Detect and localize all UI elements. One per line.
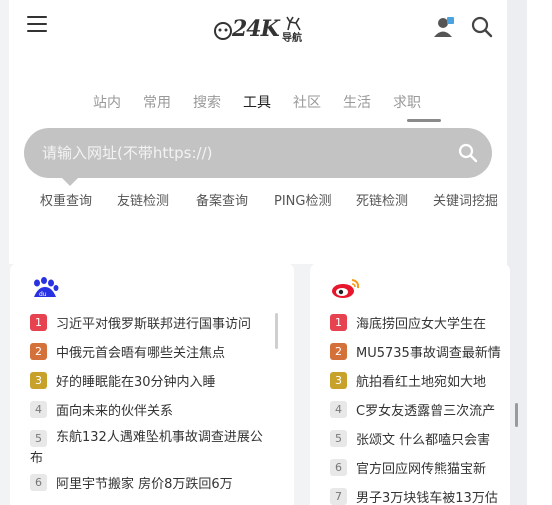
rank-badge: 4 [330,401,347,418]
weibo-hot-card: 1 海底捞回应女大学生在 2 MU5735事故调查最新情 3 航拍看红土地宛如大地 4… [310,263,510,505]
tab-life[interactable]: 生活 [343,92,371,112]
rank-badge: 3 [330,372,347,389]
weibo-logo-icon [330,277,360,299]
hot-item-title: C罗女友透露曾三次流产 [356,404,496,419]
menu-icon[interactable] [27,16,47,34]
hot-item-title: MU5735事故调查最新情 [356,346,501,361]
list-item[interactable]: 3 好的睡眠能在30分钟内入睡 [30,369,275,398]
hot-item-title: 阿里宇节搬家 房价8万跌回6万 [56,477,233,492]
tab-site[interactable]: 站内 [93,92,121,112]
logo-mascot-icon [214,22,232,40]
hot-item-title: 东航132人遇难坠机事故调查进展公布 [30,430,263,466]
site-logo[interactable]: 24K 导航 [212,16,307,44]
hot-item-title: 面向未来的伙伴关系 [56,404,174,419]
tab-search[interactable]: 搜索 [193,92,221,112]
active-tab-indicator [407,119,441,122]
hot-item-title: 好的睡眠能在30分钟内入睡 [56,375,216,390]
right-panel [507,0,552,505]
hot-item-title: 中俄元首会晤有哪些关注焦点 [56,346,226,361]
list-item[interactable]: 1 海底捞回应女大学生在 [330,311,510,340]
hot-item-title: 男子3万块钱车被13万估 [356,491,498,505]
search-input[interactable] [42,128,442,178]
list-item[interactable]: 5 东航132人遇难坠机事故调查进展公布 [30,427,275,471]
rank-badge: 4 [30,401,47,418]
tab-community[interactable]: 社区 [293,92,321,112]
tool-link-friendlink[interactable]: 友链检测 [117,190,169,209]
baidu-hot-card: du 1 习近平对俄罗斯联邦进行国事访问 2 中俄元首会晤有哪些关注焦点 3 好的睡眠… [10,263,294,505]
hot-item-title: 航拍看红土地宛如大地 [356,375,487,390]
tab-common[interactable]: 常用 [143,92,171,112]
list-item[interactable]: 2 中俄元首会晤有哪些关注焦点 [30,340,275,369]
svg-text:du: du [39,291,47,298]
list-item[interactable]: 4 面向未来的伙伴关系 [30,398,275,427]
list-item[interactable]: 2 MU5735事故调查最新情 [330,340,510,369]
rank-badge: 5 [330,430,347,447]
baidu-logo-icon: du [30,277,60,299]
hot-item-title: 张颂文 什么都嗑只会害 [356,433,491,448]
rank-badge: 1 [30,314,47,331]
tool-link-deadlink[interactable]: 死链检测 [356,190,408,209]
tool-link-weight[interactable]: 权重查询 [40,190,92,209]
rank-badge: 2 [330,343,347,360]
search-caret [62,178,78,186]
baidu-list-scrollbar[interactable] [275,313,278,349]
list-item[interactable]: 1 习近平对俄罗斯联邦进行国事访问 [30,311,275,340]
rank-badge: 6 [330,459,347,476]
search-tabs: 站内 常用 搜索 工具 社区 生活 求职 [9,92,507,114]
top-bar: 24K 导航 [9,0,507,54]
search-box [24,128,492,178]
hot-item-title: 习近平对俄罗斯联邦进行国事访问 [56,317,252,332]
rank-badge: 3 [30,372,47,389]
list-item[interactable]: 4 C罗女友透露曾三次流产 [330,398,510,427]
tab-tools[interactable]: 工具 [243,92,271,112]
tab-jobs[interactable]: 求职 [393,92,421,112]
tool-links: 权重查询 友链检测 备案查询 PING检测 死链检测 关键词挖掘 [9,190,507,210]
rank-badge: 2 [30,343,47,360]
baidu-hot-list: 1 习近平对俄罗斯联邦进行国事访问 2 中俄元首会晤有哪些关注焦点 3 好的睡眠能在3… [30,311,275,500]
list-item[interactable]: 7 男子3万块钱车被13万估 [330,485,510,505]
tool-link-ping[interactable]: PING检测 [274,190,331,209]
list-item[interactable]: 6 官方回应网传熊猫宝新 [330,456,510,485]
logo-text: 24K [232,16,280,42]
user-icon[interactable] [433,16,455,38]
list-item[interactable]: 6 阿里宇节搬家 房价8万跌回6万 [30,471,275,500]
weibo-hot-list: 1 海底捞回应女大学生在 2 MU5735事故调查最新情 3 航拍看红土地宛如大地 4… [330,311,510,505]
list-item[interactable]: 5 张颂文 什么都嗑只会害 [330,427,510,456]
rank-badge: 7 [330,488,347,505]
tool-link-icp[interactable]: 备案查询 [196,190,248,209]
weibo-list-scrollbar[interactable] [515,403,518,427]
search-submit-icon[interactable] [458,143,478,163]
rank-badge: 1 [330,314,347,331]
tool-link-keyword[interactable]: 关键词挖掘 [433,190,498,209]
hot-item-title: 海底捞回应女大学生在 [356,317,487,332]
deer-icon [286,16,301,31]
search-icon[interactable] [471,16,493,38]
rank-badge: 6 [30,474,47,491]
list-item[interactable]: 3 航拍看红土地宛如大地 [330,369,510,398]
hot-item-title: 官方回应网传熊猫宝新 [356,462,487,477]
